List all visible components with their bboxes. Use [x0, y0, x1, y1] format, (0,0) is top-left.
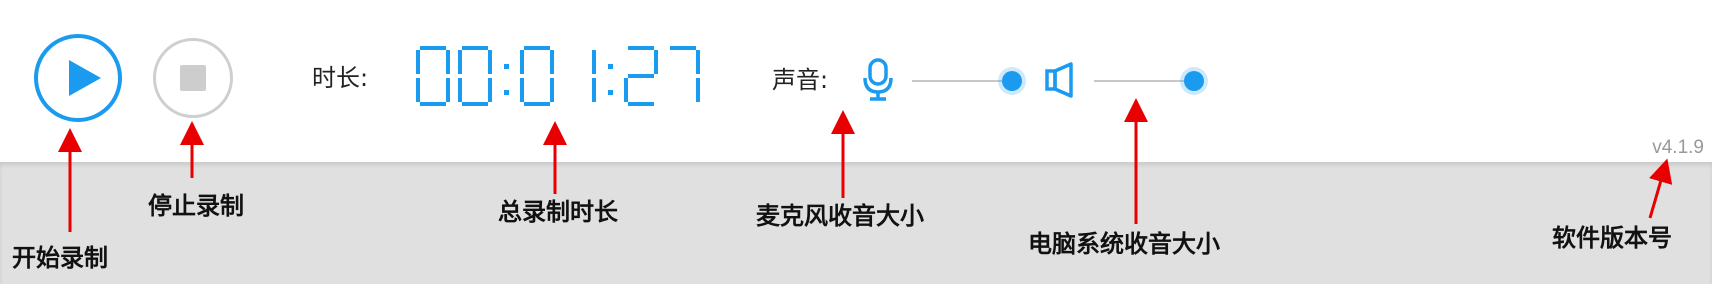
timer-digit-segment — [420, 102, 446, 106]
sound-label: 声音: — [772, 66, 829, 94]
timer-digit-segment — [628, 46, 654, 50]
timer-digit-segment — [670, 46, 696, 50]
timer-digit-segment — [550, 78, 554, 102]
mic-volume-slider-handle[interactable] — [1002, 71, 1022, 91]
annotation-stop-record: 停止录制 — [148, 192, 244, 220]
start-record-button[interactable] — [34, 34, 122, 122]
annotation-version-number: 软件版本号 — [1552, 224, 1672, 252]
microphone-icon — [863, 58, 893, 101]
timer-digit-segment — [488, 78, 492, 102]
timer-colon-dot — [608, 64, 613, 69]
stop-record-button[interactable] — [153, 38, 233, 118]
duration-label: 时长: — [312, 64, 369, 92]
annotation-system-volume: 电脑系统收音大小 — [1028, 230, 1220, 258]
timer-digit-segment — [416, 50, 420, 74]
timer-digit-segment — [592, 78, 596, 102]
play-icon — [69, 60, 101, 96]
timer-digit-segment — [488, 50, 492, 74]
timer-digit-segment — [458, 50, 462, 74]
timer-digit-segment — [550, 50, 554, 74]
duration-timer — [416, 46, 736, 110]
timer-digit-segment — [520, 50, 524, 74]
stop-icon — [180, 65, 206, 91]
timer-digit-segment — [696, 78, 700, 102]
timer-colon-dot — [504, 64, 509, 69]
annotation-mic-volume: 麦克风收音大小 — [756, 202, 924, 230]
timer-digit-segment — [592, 50, 596, 74]
speaker-icon — [1045, 62, 1073, 98]
timer-digit-segment — [462, 102, 488, 106]
timer-digit-segment — [696, 50, 700, 74]
timer-digit-segment — [628, 74, 654, 78]
version-label: v4.1.9 — [1652, 137, 1704, 158]
timer-colon-dot — [608, 90, 613, 95]
timer-digit-segment — [654, 50, 658, 74]
timer-digit-segment — [462, 46, 488, 50]
timer-digit-segment — [416, 78, 420, 102]
annotation-start-record: 开始录制 — [12, 244, 108, 272]
system-volume-slider-handle[interactable] — [1184, 71, 1204, 91]
annotation-total-duration: 总录制时长 — [498, 198, 618, 226]
mic-volume-track[interactable] — [912, 80, 1012, 82]
system-volume-track[interactable] — [1094, 80, 1194, 82]
timer-digit-segment — [446, 78, 450, 102]
timer-digit-segment — [624, 78, 628, 102]
timer-digit-segment — [524, 102, 550, 106]
recorder-toolbar: 时长: 声音: v4.1.9 — [0, 0, 1712, 162]
timer-digit-segment — [628, 102, 654, 106]
timer-colon-dot — [504, 90, 509, 95]
timer-digit-segment — [524, 46, 550, 50]
timer-digit-segment — [458, 78, 462, 102]
timer-digit-segment — [446, 50, 450, 74]
timer-digit-segment — [420, 46, 446, 50]
timer-digit-segment — [520, 78, 524, 102]
